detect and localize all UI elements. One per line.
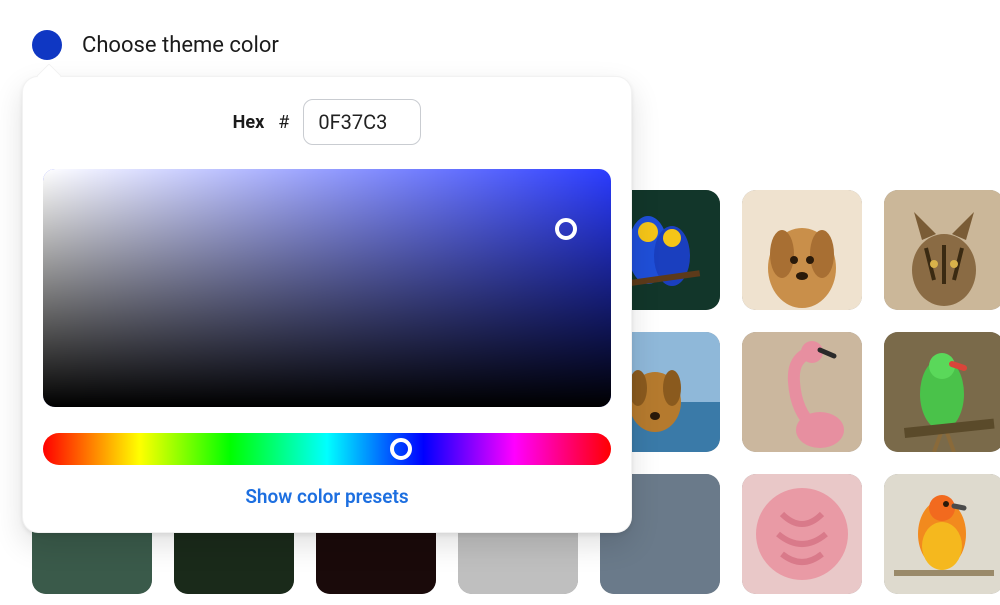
hue-cursor[interactable] xyxy=(390,438,412,460)
page-title: Choose theme color xyxy=(82,33,279,58)
sb-black-layer xyxy=(43,169,611,407)
hex-input[interactable] xyxy=(303,99,421,145)
current-color-swatch[interactable] xyxy=(32,30,62,60)
hex-input-row: Hex # xyxy=(43,99,611,145)
thumbnail-tile[interactable] xyxy=(884,474,1000,594)
show-presets-button[interactable]: Show color presets xyxy=(43,485,611,508)
color-picker-popover: Hex # Show color presets xyxy=(22,76,632,533)
thumbnail-tile[interactable] xyxy=(742,332,862,452)
sb-cursor[interactable] xyxy=(555,218,577,240)
saturation-brightness-area[interactable] xyxy=(43,169,611,407)
hue-slider[interactable] xyxy=(43,433,611,465)
thumbnail-tile[interactable] xyxy=(742,474,862,594)
thumbnail-tile[interactable] xyxy=(884,332,1000,452)
hash-symbol: # xyxy=(278,112,289,133)
thumbnail-tile[interactable] xyxy=(742,190,862,310)
header: Choose theme color xyxy=(0,0,1000,60)
hex-label: Hex xyxy=(233,112,265,133)
thumbnail-tile[interactable] xyxy=(884,190,1000,310)
